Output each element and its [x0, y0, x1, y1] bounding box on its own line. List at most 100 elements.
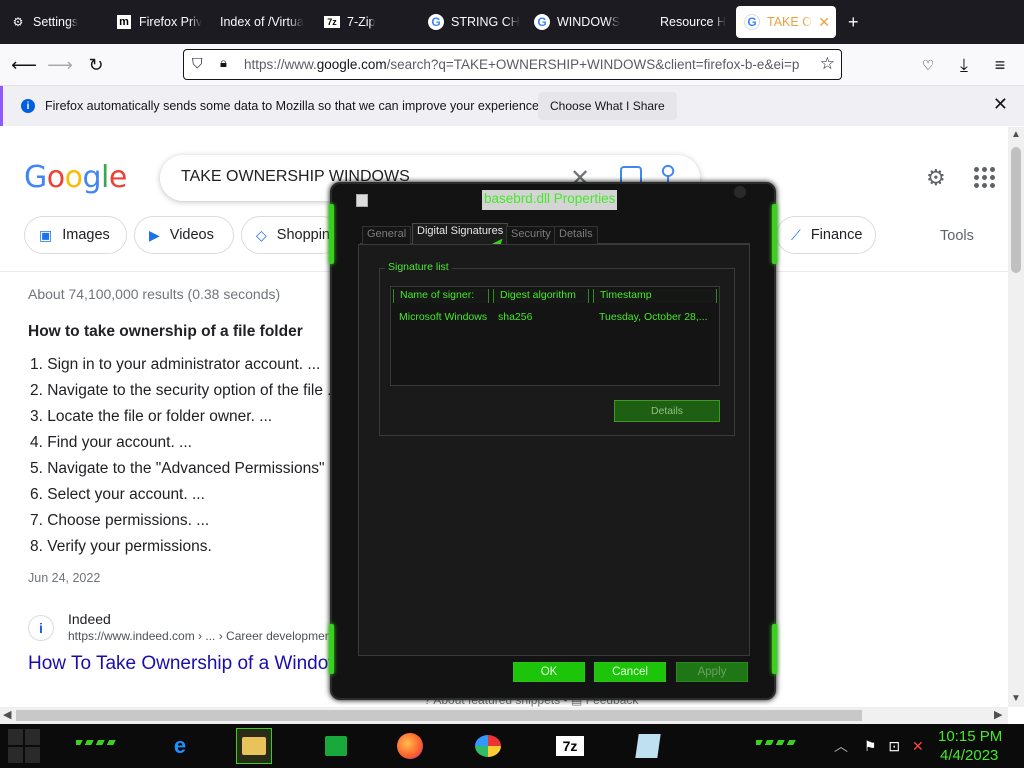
volume-muted-icon[interactable]: ✕ — [912, 738, 924, 754]
tab-firefox-privacy[interactable]: m Firefox Priv — [108, 6, 204, 38]
address-bar[interactable]: ⛉ 🔒︎ https://www.google.com/search?q=TAK… — [183, 49, 842, 80]
list-item: 1. Sign in to your administrator account… — [30, 356, 321, 373]
tab-label: TAKE OW — [767, 15, 813, 29]
apply-button[interactable]: Apply — [676, 662, 748, 682]
forward-button[interactable]: ⟶ — [47, 53, 73, 77]
tab-general[interactable]: General — [362, 226, 412, 244]
mozilla-icon: m — [116, 14, 132, 30]
column-header-signer[interactable]: Name of signer: — [393, 289, 489, 303]
snippet-date: Jun 24, 2022 — [28, 571, 101, 585]
new-tab-button[interactable]: + — [848, 12, 859, 33]
pocket-icon[interactable]: ♡ — [916, 53, 940, 77]
frame-glow — [772, 204, 777, 264]
ok-button[interactable]: OK — [513, 662, 585, 682]
google-apps-icon[interactable] — [974, 167, 995, 188]
gear-icon: ⚙ — [12, 15, 24, 29]
chip-images[interactable]: ▣ Images — [24, 216, 127, 254]
tab-security[interactable]: Security — [506, 226, 556, 244]
close-notification-icon[interactable]: ✕ — [993, 94, 1008, 115]
internet-explorer-icon[interactable]: e — [162, 728, 198, 764]
featured-snippet-steps: 1. Sign in to your administrator account… — [30, 356, 342, 564]
google-icon: G — [428, 14, 444, 30]
vertical-scrollbar[interactable]: ▲ ▼ — [1008, 127, 1024, 707]
source-name[interactable]: Indeed — [68, 611, 111, 627]
bookmark-star-icon[interactable]: ☆ — [820, 54, 835, 74]
cancel-button[interactable]: Cancel — [594, 662, 666, 682]
video-icon: ▶ — [149, 226, 160, 243]
file-explorer-icon[interactable] — [236, 728, 272, 764]
reload-button[interactable]: ↻ — [84, 53, 108, 77]
tab-label: Index of /Virtua — [220, 15, 304, 29]
list-item: 5. Navigate to the "Advanced Permissions… — [30, 460, 342, 477]
source-url[interactable]: https://www.indeed.com › ... › Career de… — [68, 629, 335, 643]
column-header-digest[interactable]: Digest algorithm — [493, 289, 589, 303]
tab-windows[interactable]: G WINDOWS — [526, 6, 630, 38]
close-dialog-icon[interactable] — [734, 186, 746, 198]
url-domain: google.com — [316, 57, 387, 72]
paint-icon[interactable] — [470, 728, 506, 764]
scroll-down-icon[interactable]: ▼ — [1011, 693, 1021, 704]
downloads-icon[interactable]: ⤓ — [952, 53, 976, 77]
tab-details[interactable]: Details — [554, 226, 598, 244]
firefox-icon[interactable] — [392, 728, 428, 764]
tab-label: Settings — [33, 15, 79, 29]
notepad-icon[interactable] — [630, 728, 666, 764]
show-hidden-icons-icon[interactable]: ︿ — [834, 738, 848, 754]
google-logo[interactable]: Google — [24, 160, 127, 195]
list-item: 7. Choose permissions. ... — [30, 512, 210, 529]
taskbar-accent — [756, 740, 796, 745]
chip-shopping[interactable]: ◇ Shopping — [241, 216, 341, 254]
tab-string-ch[interactable]: G STRING CH — [420, 6, 520, 38]
chip-videos[interactable]: ▶ Videos — [134, 216, 234, 254]
signature-table[interactable]: Name of signer: Digest algorithm Timesta… — [390, 286, 720, 386]
lock-icon[interactable]: 🔒︎ — [220, 55, 227, 71]
clock-date[interactable]: 4/4/2023 — [940, 747, 998, 764]
scroll-left-icon[interactable]: ◀ — [3, 708, 11, 721]
tab-label: 7-Zip — [347, 15, 376, 29]
navigation-toolbar: ⟵ ⟶ ↻ ⛉ 🔒︎ https://www.google.com/search… — [0, 44, 1024, 86]
tab-settings[interactable]: ⚙ Settings — [2, 6, 106, 38]
tab-resource-hacker[interactable]: Resource H — [652, 6, 732, 38]
chip-label: Finance — [810, 227, 863, 243]
finance-chart-icon: ⟋ — [791, 226, 801, 243]
close-tab-icon[interactable]: ✕ — [818, 14, 830, 31]
cell-signer: Microsoft Windows — [399, 311, 488, 323]
store-icon[interactable] — [318, 728, 354, 764]
frame-glow — [329, 204, 334, 264]
horizontal-scrollbar[interactable]: ◀ ▶ — [0, 707, 1008, 724]
clock-time[interactable]: 10:15 PM — [938, 728, 1002, 745]
7zip-icon: 7z — [324, 14, 340, 30]
menu-icon[interactable]: ≡ — [988, 53, 1012, 77]
taskbar: e 7z ︿ ⚑ ⊡ ✕ 10:15 PM 4/4/2023 — [0, 724, 1024, 768]
url-text: https://www.google.com/search?q=TAKE+OWN… — [244, 57, 804, 72]
back-button[interactable]: ⟵ — [11, 53, 37, 77]
start-button[interactable] — [8, 729, 42, 763]
list-item: 4. Find your account. ... — [30, 434, 192, 451]
tag-icon: ◇ — [256, 226, 267, 243]
chip-finance[interactable]: ⟋ Finance — [776, 216, 876, 254]
cell-timestamp: Tuesday, October 28,... — [599, 311, 708, 323]
tools-button[interactable]: Tools — [940, 228, 974, 244]
tab-label: WINDOWS — [557, 15, 621, 29]
tab-7zip[interactable]: 7z 7-Zip — [316, 6, 412, 38]
shield-icon[interactable]: ⛉ — [192, 55, 203, 72]
network-icon[interactable]: ⊡ — [888, 738, 900, 754]
settings-gear-icon[interactable]: ⚙ — [926, 165, 946, 191]
column-header-timestamp[interactable]: Timestamp — [593, 289, 717, 303]
signature-list-label: Signature list — [385, 261, 452, 273]
scrollbar-thumb[interactable] — [1011, 147, 1021, 273]
result-stats: About 74,100,000 results (0.38 seconds) — [28, 286, 281, 302]
list-item: 2. Navigate to the security option of th… — [30, 382, 341, 399]
7zip-icon[interactable]: 7z — [552, 728, 588, 764]
scroll-up-icon[interactable]: ▲ — [1011, 129, 1021, 140]
tab-take-ownership[interactable]: G TAKE OW ✕ — [736, 6, 836, 38]
google-icon: G — [534, 14, 550, 30]
dialog-tab-strip: General Digital Signatures Security Deta… — [360, 223, 750, 244]
tab-index-of-virtual[interactable]: Index of /Virtua — [212, 6, 308, 38]
details-button[interactable]: Details — [614, 400, 720, 422]
action-center-flag-icon[interactable]: ⚑ — [864, 738, 877, 754]
scroll-right-icon[interactable]: ▶ — [994, 708, 1002, 721]
browser-tab-strip: ⚙ Settings m Firefox Priv Index of /Virt… — [0, 0, 1024, 44]
scrollbar-thumb[interactable] — [16, 710, 862, 721]
choose-what-i-share-button[interactable]: Choose What I Share — [538, 92, 677, 120]
